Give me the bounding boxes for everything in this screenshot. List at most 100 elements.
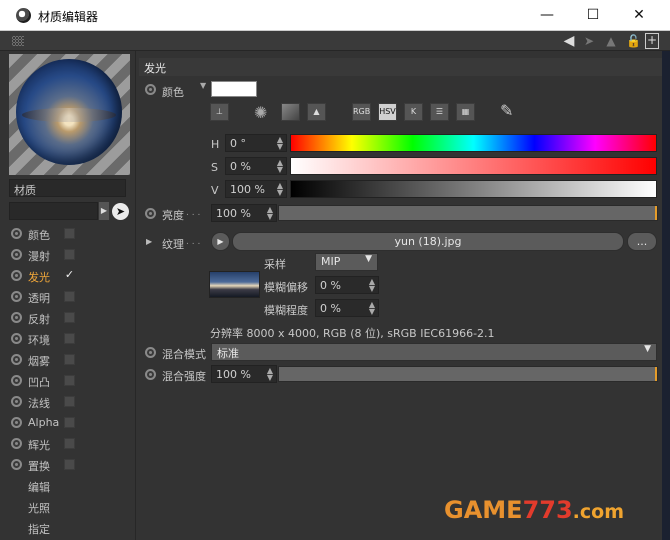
texture-file-button[interactable]: yun (18).jpg <box>232 232 624 251</box>
value-slider[interactable] <box>290 180 657 198</box>
blend-strength-slider[interactable] <box>278 366 658 382</box>
spectrum-icon[interactable] <box>281 103 300 121</box>
forward-arrow-icon[interactable]: ➤ <box>580 33 598 49</box>
animate-radio-icon[interactable] <box>11 312 22 323</box>
s-label: S <box>211 161 218 174</box>
brightness-field[interactable]: 100 % ▲ ▼ <box>211 204 277 222</box>
section-title: 发光 <box>139 58 662 76</box>
texture-menu-button[interactable]: ▶ <box>211 232 230 251</box>
sampling-label: 采样 <box>264 258 286 271</box>
brightness-slider[interactable] <box>278 205 658 221</box>
swatches-icon[interactable]: ▦ <box>456 103 475 121</box>
brightness-animate-radio-icon[interactable] <box>145 208 156 219</box>
close-button[interactable]: ✕ <box>616 0 662 31</box>
channel-checkbox[interactable] <box>64 291 75 302</box>
animate-radio-icon[interactable] <box>11 417 22 428</box>
animate-radio-icon[interactable] <box>11 375 22 386</box>
brightness-label: 亮度 <box>162 209 184 222</box>
v-field[interactable]: 100 % ▲ ▼ <box>225 180 287 198</box>
channel-checkbox[interactable] <box>64 375 75 386</box>
hsv-mode-button[interactable]: HSV <box>378 103 397 121</box>
blur-offset-label: 模糊偏移 <box>264 281 308 294</box>
channel-checkbox[interactable] <box>64 333 75 344</box>
sampling-dropdown[interactable]: MIP ▼ <box>315 253 378 271</box>
animate-radio-icon[interactable] <box>11 396 22 407</box>
image-picker-icon[interactable]: ▲ <box>307 103 326 121</box>
channel-checkbox-checked[interactable]: ✓ <box>64 269 75 281</box>
texture-label: 纹理 <box>162 238 184 251</box>
material-preview[interactable] <box>9 54 130 175</box>
channel-checkbox[interactable] <box>64 312 75 323</box>
channel-checkbox[interactable] <box>64 396 75 407</box>
attributes-panel: 发光 颜色 ▼ ⊥ ✺ ▲ RGB HSV K ☰ ▦ ✎ H 0 ° ▲ ▼ S … <box>137 51 662 540</box>
h-field[interactable]: 0 ° ▲ ▼ <box>225 134 287 152</box>
color-wheel-icon[interactable]: ✺ <box>254 103 267 122</box>
animate-radio-icon[interactable] <box>11 249 22 260</box>
channel-checkbox[interactable] <box>64 417 75 428</box>
channel-checkbox[interactable] <box>64 438 75 449</box>
texture-browse-button[interactable]: ... <box>627 232 657 251</box>
channel-item-diffusion[interactable]: 漫射 <box>0 244 136 265</box>
extra-item-assign[interactable]: 指定 <box>0 517 136 538</box>
animate-radio-icon[interactable] <box>11 291 22 302</box>
blend-strength-animate-radio-icon[interactable] <box>145 369 156 380</box>
blend-strength-field[interactable]: 100 % ▲ ▼ <box>211 365 277 383</box>
channel-checkbox[interactable] <box>64 354 75 365</box>
color-picker-icon[interactable]: ⊥ <box>210 103 229 121</box>
channel-checkbox[interactable] <box>64 459 75 470</box>
channel-item-reflectance[interactable]: 反射 <box>0 307 136 328</box>
channel-item-color[interactable]: 颜色 <box>0 223 136 244</box>
animate-radio-icon[interactable] <box>11 333 22 344</box>
channel-item-glow[interactable]: 辉光 <box>0 433 136 454</box>
animate-radio-icon[interactable] <box>11 459 22 470</box>
extra-item-illumination[interactable]: 光照 <box>0 496 136 517</box>
blur-degree-field[interactable]: 0 % ▲ ▼ <box>315 299 379 317</box>
name-field-arrow-icon[interactable]: ▶ <box>99 202 109 220</box>
up-arrow-icon[interactable]: ▲ <box>602 33 620 49</box>
channel-item-luminance[interactable]: 发光 ✓ <box>0 265 136 286</box>
channel-item-alpha[interactable]: Alpha <box>0 412 136 433</box>
hue-slider[interactable] <box>290 134 657 152</box>
rgb-mode-button[interactable]: RGB <box>352 103 371 121</box>
material-name-field[interactable] <box>9 202 98 220</box>
color-swatch[interactable] <box>211 81 257 97</box>
animate-radio-icon[interactable] <box>11 354 22 365</box>
preview-sphere <box>16 59 122 165</box>
channel-item-transparency[interactable]: 透明 <box>0 286 136 307</box>
channel-checkbox[interactable] <box>64 228 75 239</box>
new-panel-icon[interactable]: + <box>645 33 659 49</box>
texture-thumbnail[interactable] <box>209 271 260 298</box>
channel-item-fog[interactable]: 烟雾 <box>0 349 136 370</box>
brightness-dots: . . . <box>186 208 201 218</box>
cinema4d-app-icon <box>16 8 31 23</box>
animate-radio-icon[interactable] <box>11 270 22 281</box>
mixer-icon[interactable]: ☰ <box>430 103 449 121</box>
extra-item-edit[interactable]: 编辑 <box>0 475 136 496</box>
h-label: H <box>211 138 220 151</box>
eyedropper-icon[interactable]: ✎ <box>500 101 513 120</box>
s-field[interactable]: 0 % ▲ ▼ <box>225 157 287 175</box>
kelvin-mode-button[interactable]: K <box>404 103 423 121</box>
blend-mode-dropdown[interactable]: 标准 ▼ <box>211 343 657 361</box>
grip-icon[interactable] <box>12 36 24 46</box>
color-expand-icon[interactable]: ▼ <box>200 81 206 90</box>
channel-item-environment[interactable]: 环境 <box>0 328 136 349</box>
pick-cursor-icon[interactable]: ➤ <box>112 203 129 220</box>
channel-item-normal[interactable]: 法线 <box>0 391 136 412</box>
minimize-button[interactable]: — <box>524 0 570 31</box>
saturation-slider[interactable] <box>290 157 657 175</box>
lock-icon[interactable]: 🔓 <box>626 33 641 49</box>
animate-radio-icon[interactable] <box>11 228 22 239</box>
blur-offset-field[interactable]: 0 % ▲ ▼ <box>315 276 379 294</box>
maximize-button[interactable]: ☐ <box>570 0 616 31</box>
channel-item-displacement[interactable]: 置换 <box>0 454 136 475</box>
texture-expand-icon[interactable]: ▶ <box>146 237 152 246</box>
animate-radio-icon[interactable] <box>11 438 22 449</box>
color-animate-radio-icon[interactable] <box>145 84 156 95</box>
channel-item-bump[interactable]: 凹凸 <box>0 370 136 391</box>
channel-checkbox[interactable] <box>64 249 75 260</box>
blend-mode-animate-radio-icon[interactable] <box>145 347 156 358</box>
material-name-label: 材质 <box>9 179 126 197</box>
back-arrow-icon[interactable]: ◀ <box>560 33 578 49</box>
blend-strength-label: 混合强度 <box>162 370 206 383</box>
